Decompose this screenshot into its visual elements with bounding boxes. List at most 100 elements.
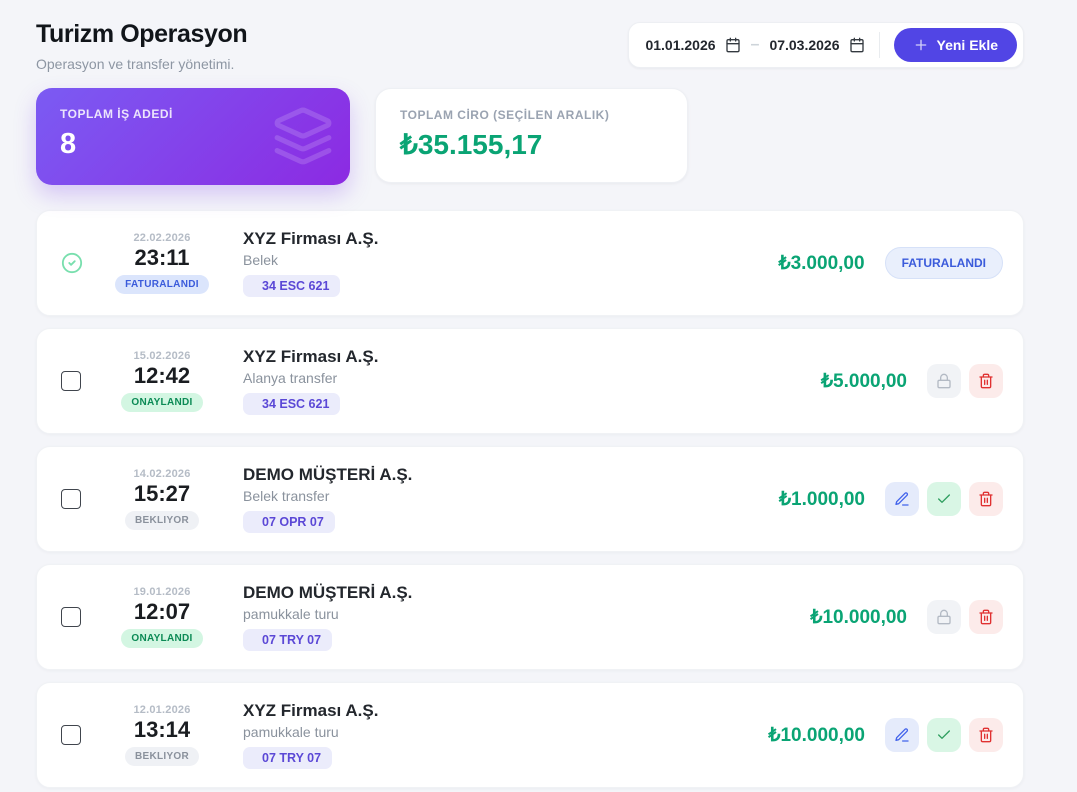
row-checkbox[interactable]: [61, 607, 81, 627]
job-description: pamukkale turu: [243, 606, 339, 622]
edit-button[interactable]: [885, 482, 919, 516]
job-list: 22.02.2026 23:11 FATURALANDI XYZ Firması…: [36, 210, 1024, 788]
delete-button[interactable]: [969, 718, 1003, 752]
status-badge: ONAYLANDI: [121, 629, 203, 648]
lock-button[interactable]: [927, 364, 961, 398]
total-revenue-label: TOPLAM CİRO (SEÇİLEN ARALIK): [400, 108, 610, 122]
lock-icon: [936, 609, 952, 625]
job-row: 12.01.2026 13:14 BEKLIYOR XYZ Firması A.…: [36, 682, 1024, 788]
pencil-icon: [894, 727, 910, 743]
row-selector: [61, 725, 109, 745]
job-date: 12.01.2026: [133, 704, 191, 716]
row-selector: [61, 371, 109, 391]
company-name: DEMO MÜŞTERİ A.Ş.: [243, 583, 413, 602]
vehicle-plate-badge: 07 TRY 07: [243, 629, 333, 651]
row-time-column: 14.02.2026 15:27 BEKLIYOR: [109, 468, 215, 530]
check-icon: [936, 727, 952, 743]
job-amount: ₺10.000,00: [810, 606, 907, 628]
page: Turizm Operasyon Operasyon ve transfer y…: [0, 0, 1077, 788]
edit-button[interactable]: [885, 718, 919, 752]
calendar-icon[interactable]: [725, 37, 741, 53]
header-titles: Turizm Operasyon Operasyon ve transfer y…: [36, 16, 248, 72]
row-main-column: DEMO MÜŞTERİ A.Ş. pamukkale turu 07 TRY …: [243, 583, 810, 651]
trash-icon: [978, 491, 994, 507]
job-time: 12:42: [133, 363, 191, 388]
vehicle-plate: 34 ESC 621: [262, 397, 330, 411]
row-main-column: XYZ Firması A.Ş. Alanya transfer 34 ESC …: [243, 347, 821, 415]
job-description: Alanya transfer: [243, 370, 338, 386]
job-row: 22.02.2026 23:11 FATURALANDI XYZ Firması…: [36, 210, 1024, 316]
total-revenue-card: TOPLAM CİRO (SEÇİLEN ARALIK) ₺35.155,17: [375, 88, 688, 183]
page-title: Turizm Operasyon: [36, 20, 248, 48]
date-range-separator: –: [750, 36, 760, 53]
job-description: Belek transfer: [243, 488, 330, 504]
job-amount: ₺1.000,00: [778, 488, 865, 510]
job-row: 14.02.2026 15:27 BEKLIYOR DEMO MÜŞTERİ A…: [36, 446, 1024, 552]
row-time-column: 19.01.2026 12:07 ONAYLANDI: [109, 586, 215, 648]
date-from-value: 01.01.2026: [645, 37, 716, 53]
row-main-column: XYZ Firması A.Ş. pamukkale turu 07 TRY 0…: [243, 701, 768, 769]
row-selector: [61, 607, 109, 627]
add-new-button[interactable]: Yeni Ekle: [893, 28, 1017, 62]
row-right-column: ₺3.000,00 FATURALANDI: [778, 247, 1003, 279]
plus-icon: [913, 37, 929, 53]
delete-button[interactable]: [969, 482, 1003, 516]
row-checkbox[interactable]: [61, 371, 81, 391]
job-amount: ₺3.000,00: [778, 252, 865, 274]
approve-button[interactable]: [927, 718, 961, 752]
row-selector: [61, 489, 109, 509]
company-name: XYZ Firması A.Ş.: [243, 347, 379, 366]
row-time-column: 15.02.2026 12:42 ONAYLANDI: [109, 350, 215, 412]
vehicle-plate: 07 OPR 07: [262, 515, 324, 529]
vehicle-plate-badge: 07 TRY 07: [243, 747, 333, 769]
row-time-column: 22.02.2026 23:11 FATURALANDI: [109, 232, 215, 294]
lock-button[interactable]: [927, 600, 961, 634]
vehicle-plate-badge: 34 ESC 621: [243, 275, 341, 297]
calendar-icon[interactable]: [849, 37, 865, 53]
selected-check-circle-icon[interactable]: [61, 252, 83, 274]
vehicle-plate: 07 TRY 07: [262, 633, 322, 647]
row-checkbox[interactable]: [61, 489, 81, 509]
date-from-field[interactable]: 01.01.2026: [645, 37, 740, 53]
row-selector: [61, 252, 109, 274]
job-date: 14.02.2026: [133, 468, 191, 480]
job-time: 13:14: [133, 717, 191, 742]
layers-icon: [272, 105, 334, 167]
job-time: 23:11: [134, 245, 190, 270]
job-date: 15.02.2026: [133, 350, 191, 362]
row-right-column: ₺5.000,00: [821, 364, 1003, 398]
stats-row: TOPLAM İŞ ADEDİ 8 TOPLAM CİRO (SEÇİLEN A…: [36, 88, 1024, 185]
delete-button[interactable]: [969, 364, 1003, 398]
vehicle-plate: 07 TRY 07: [262, 751, 322, 765]
job-time: 12:07: [133, 599, 191, 624]
job-date: 19.01.2026: [133, 586, 191, 598]
total-jobs-card: TOPLAM İŞ ADEDİ 8: [36, 88, 350, 185]
vehicle-plate-badge: 07 OPR 07: [243, 511, 335, 533]
trash-icon: [978, 727, 994, 743]
job-description: Belek: [243, 252, 279, 268]
row-right-column: ₺1.000,00: [779, 482, 1003, 516]
row-main-column: DEMO MÜŞTERİ A.Ş. Belek transfer 07 OPR …: [243, 465, 779, 533]
job-row: 15.02.2026 12:42 ONAYLANDI XYZ Firması A…: [36, 328, 1024, 434]
row-checkbox[interactable]: [61, 725, 81, 745]
page-header: Turizm Operasyon Operasyon ve transfer y…: [36, 16, 1024, 72]
add-new-button-label: Yeni Ekle: [936, 37, 998, 53]
row-right-column: ₺10.000,00: [810, 600, 1003, 634]
invoiced-status-pill: FATURALANDI: [884, 247, 1003, 279]
row-main-column: XYZ Firması A.Ş. Belek 34 ESC 621: [243, 229, 779, 297]
status-badge: ONAYLANDI: [121, 393, 203, 412]
pencil-icon: [894, 491, 910, 507]
approve-button[interactable]: [927, 482, 961, 516]
delete-button[interactable]: [969, 600, 1003, 634]
row-time-column: 12.01.2026 13:14 BEKLIYOR: [109, 704, 215, 766]
trash-icon: [978, 609, 994, 625]
company-name: DEMO MÜŞTERİ A.Ş.: [243, 465, 413, 484]
date-to-value: 07.03.2026: [769, 37, 840, 53]
date-range-toolbar: 01.01.2026 – 07.03.2026 Yeni Ekle: [628, 22, 1024, 68]
vehicle-plate: 34 ESC 621: [262, 279, 330, 293]
lock-icon: [936, 373, 952, 389]
company-name: XYZ Firması A.Ş.: [243, 701, 379, 720]
toolbar-divider: [878, 32, 880, 58]
page-subtitle: Operasyon ve transfer yönetimi.: [36, 56, 235, 72]
date-to-field[interactable]: 07.03.2026: [769, 37, 864, 53]
